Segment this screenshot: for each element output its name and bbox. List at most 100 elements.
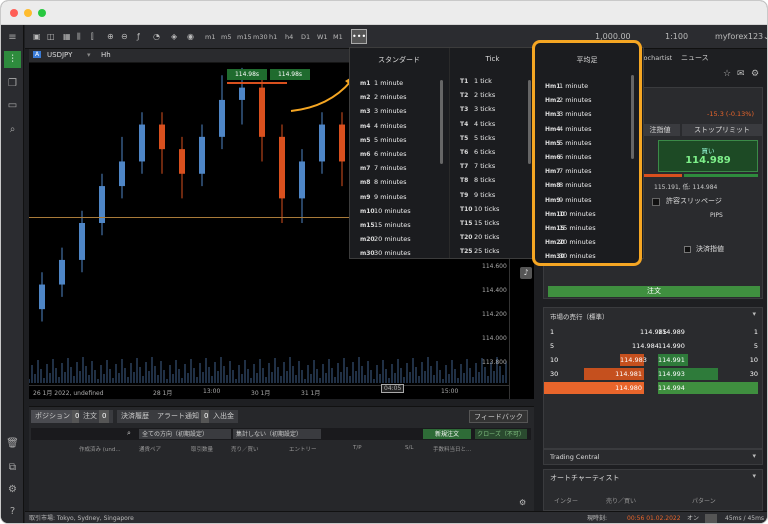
timeframe-option[interactable]: m1515 minutes [360, 221, 411, 229]
settings-icon[interactable]: ⚙ [519, 498, 526, 507]
timeframe-label[interactable]: Hh [101, 51, 111, 59]
timeframe-m15[interactable]: m15 [237, 31, 252, 43]
timeframe-option[interactable]: m7 7 minutes [360, 164, 407, 172]
direction-filter-select[interactable]: 全ての方向（初期設定） [139, 429, 231, 439]
timeframe-option[interactable]: Hm3030 minutes [545, 252, 596, 260]
tab-stop-limit[interactable]: ストップリミット [682, 124, 762, 136]
search-icon[interactable]: ⌕ [127, 429, 131, 438]
positions-column-header[interactable]: 通貨ペア [139, 445, 161, 453]
account-name[interactable]: myforex123 [715, 31, 763, 43]
zoom-window-button[interactable] [38, 9, 46, 17]
timeframe-option[interactable]: Hm11 minute [545, 82, 588, 90]
timeframe-option[interactable]: m9 9 minutes [360, 193, 407, 201]
layers-stack-icon[interactable]: ◈ [171, 31, 177, 43]
tab-tochartist[interactable]: tochartist [641, 51, 672, 65]
depth-sell-price[interactable]: 114.985 [640, 326, 667, 338]
feedback-button[interactable]: フィードバック [469, 410, 528, 423]
buy-button[interactable]: 買い 114.989 [658, 140, 758, 172]
tab-2[interactable]: 決済履歴 [117, 410, 153, 423]
timeframe-h4[interactable]: h4 [285, 31, 293, 43]
close-window-button[interactable] [10, 9, 18, 17]
depth-sell-price[interactable]: 114.980 [544, 382, 644, 394]
scrollbar[interactable] [440, 80, 443, 164]
order-button[interactable]: 注文 [548, 286, 760, 297]
timeframe-option[interactable]: m6 6 minutes [360, 150, 407, 158]
positions-column-header[interactable]: 作成済み (und... [79, 445, 121, 453]
depth-sell-price[interactable]: 114.983 [620, 354, 647, 366]
zoom-out-icon[interactable]: ⊖ [121, 31, 128, 43]
timeframe-option[interactable]: Hm99 minutes [545, 196, 592, 204]
timeframe-option[interactable]: Hm2020 minutes [545, 238, 596, 246]
timeframe-option[interactable]: T2 2 ticks [460, 91, 495, 99]
timeframe-option[interactable]: Hm88 minutes [545, 181, 592, 189]
timeframe-d1[interactable]: D1 [301, 31, 310, 43]
symbol-label[interactable]: USDJPY [47, 51, 72, 59]
candle-icon[interactable]: ⫼ [77, 31, 81, 43]
positions-column-header[interactable]: 売り／買い [231, 445, 259, 453]
chevron-down-icon[interactable]: ▾ [87, 51, 91, 59]
close-all-button[interactable]: クローズ（不可） [475, 429, 527, 439]
timeframe-m1[interactable]: m1 [205, 31, 215, 43]
sell-quick-button[interactable]: 114.98s [227, 69, 267, 80]
positions-column-header[interactable]: 手数料当日と... [433, 445, 471, 453]
timeframe-option[interactable]: T10 10 ticks [460, 205, 499, 213]
toggle-switch[interactable] [705, 514, 717, 523]
depth-sell-price[interactable]: 114.981 [584, 368, 644, 380]
timeframe-option[interactable]: T3 3 ticks [460, 105, 495, 113]
settle-checkbox[interactable] [684, 246, 691, 253]
timeframe-option[interactable]: Hm66 minutes [545, 153, 592, 161]
timeframe-h1[interactable]: h1 [269, 31, 277, 43]
timeframe-option[interactable]: m8 8 minutes [360, 178, 407, 186]
layers-icon[interactable]: ⧉ [4, 459, 21, 476]
timeframe-m30[interactable]: m30 [253, 31, 268, 43]
indicator-icon[interactable]: ƒ [137, 31, 140, 43]
settings-icon[interactable]: ⚙ [4, 481, 21, 498]
copy-icon[interactable]: ❐ [4, 75, 21, 92]
depth-buy-price[interactable]: 114.994 [658, 382, 758, 394]
aggregate-filter-select[interactable]: 集計しない（初期設定） [233, 429, 321, 439]
timeframe-option[interactable]: m3030 minutes [360, 249, 411, 257]
depth-buy-price[interactable]: 114.989 [658, 326, 685, 338]
positions-column-header[interactable]: 取引数量 [191, 445, 213, 453]
zoom-in-icon[interactable]: ⊕ [107, 31, 114, 43]
positions-column-header[interactable]: エントリー [289, 445, 317, 453]
help-icon[interactable]: ? [4, 503, 21, 520]
mail-icon[interactable]: ✉ [737, 69, 745, 79]
timeframe-m5[interactable]: m5 [221, 31, 231, 43]
timeframe-option[interactable]: m1 1 minute [360, 79, 403, 87]
timeframe-option[interactable]: Hm1010 minutes [545, 210, 596, 218]
timer-icon[interactable]: ◔ [153, 31, 160, 43]
timeframe-option[interactable]: m1010 minutes [360, 207, 411, 215]
depth-sell-price[interactable]: 114.984 [632, 340, 659, 352]
timeframe-option[interactable]: T15 15 ticks [460, 219, 499, 227]
scrollbar[interactable] [631, 75, 634, 159]
positions-column-header[interactable]: S/L [405, 445, 413, 451]
grid-icon[interactable]: ▦ [63, 31, 71, 43]
minimize-window-button[interactable] [24, 9, 32, 17]
timeframe-option[interactable]: T7 7 ticks [460, 162, 495, 170]
chevron-down-icon[interactable]: ▾ [752, 452, 756, 460]
timeframe-option[interactable]: T20 20 ticks [460, 233, 499, 241]
timeframe-option[interactable]: T8 8 ticks [460, 176, 495, 184]
timeframe-option[interactable]: m4 4 minutes [360, 122, 407, 130]
timeframe-option[interactable]: Hm44 minutes [545, 125, 592, 133]
timeframe-option[interactable]: Hm55 minutes [545, 139, 592, 147]
depth-buy-price[interactable]: 114.990 [658, 340, 685, 352]
depth-buy-price[interactable]: 114.991 [658, 354, 688, 366]
scrollbar[interactable] [528, 80, 531, 164]
timeframe-option[interactable]: T5 5 ticks [460, 134, 495, 142]
eye-icon[interactable]: ◉ [187, 31, 194, 43]
timeframe-option[interactable]: m5 5 minutes [360, 136, 407, 144]
timeframe-option[interactable]: Hm1515 minutes [545, 224, 596, 232]
timeframe-option[interactable]: Hm22 minutes [545, 96, 592, 104]
layout-icon[interactable]: ◫ [47, 31, 55, 43]
tab-4[interactable]: 入出金 [209, 410, 238, 423]
star-icon[interactable]: ☆ [723, 69, 731, 79]
timeframe-option[interactable]: T25 25 ticks [460, 247, 499, 255]
timeframe-option[interactable]: Hm33 minutes [545, 110, 592, 118]
timeframe-option[interactable]: Hm77 minutes [545, 167, 592, 175]
timeframe-option[interactable]: T9 9 ticks [460, 191, 495, 199]
tab-limit[interactable]: 注指値 [640, 124, 680, 136]
menu-icon[interactable]: ≡ [4, 29, 21, 46]
chevron-down-icon[interactable]: ⌄ [763, 31, 767, 43]
